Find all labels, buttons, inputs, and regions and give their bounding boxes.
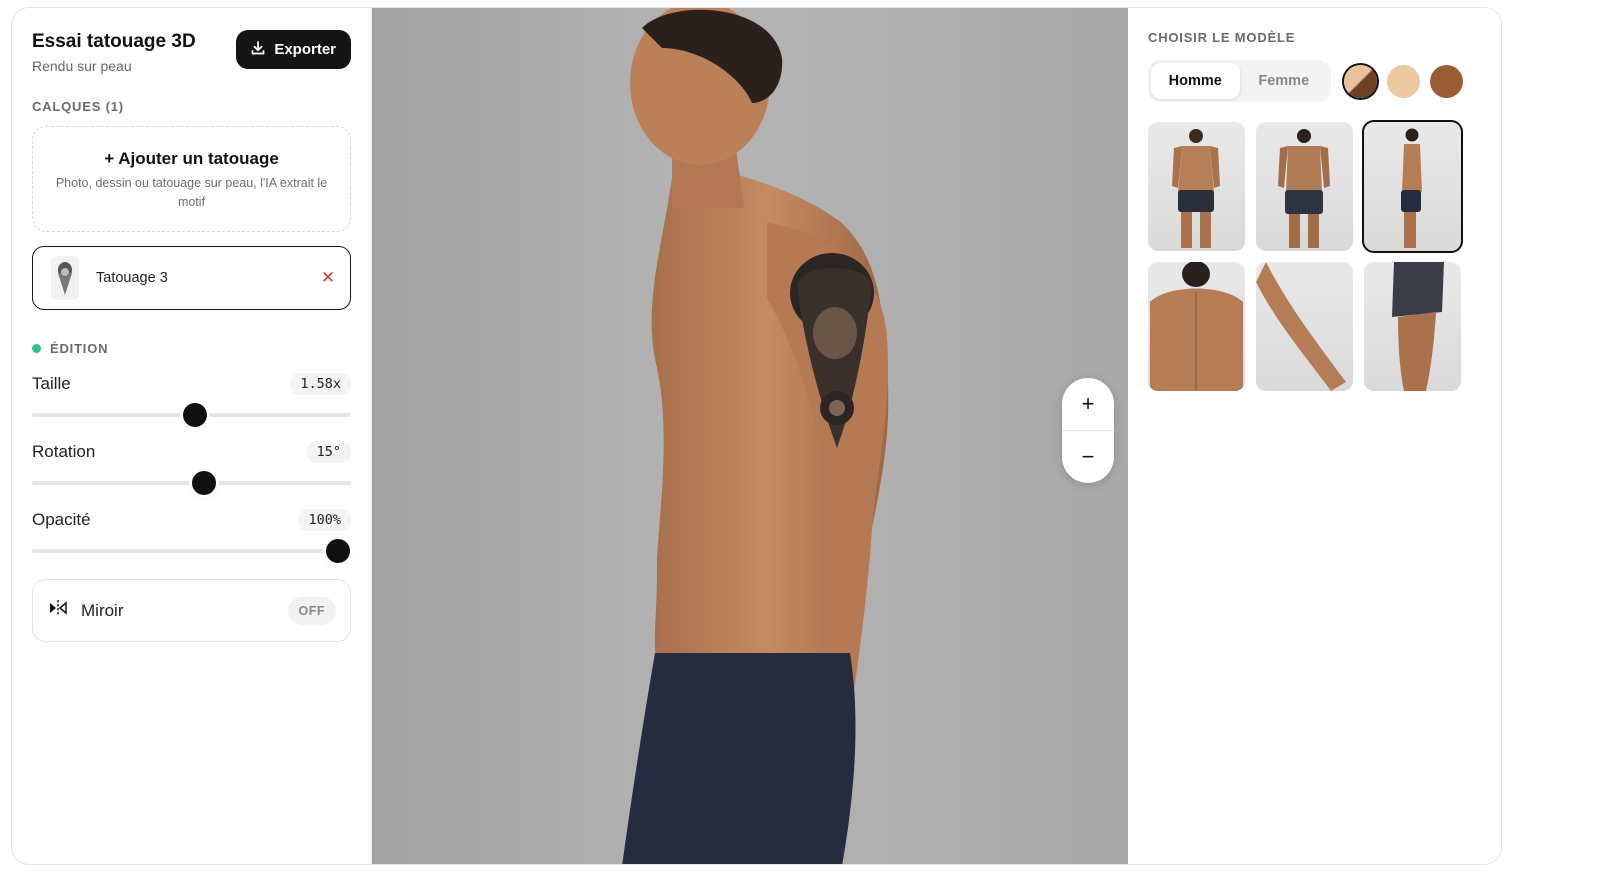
mirror-label: Miroir <box>81 600 124 620</box>
size-value: 1.58x <box>290 373 351 395</box>
skin-tone-swatch[interactable] <box>1430 64 1463 98</box>
panel-header: Essai tatouage 3D Rendu sur peau Exporte… <box>32 30 351 74</box>
layer-item[interactable]: Tatouage 3 ✕ <box>32 246 351 310</box>
opacity-label: Opacité <box>32 510 91 529</box>
model-thumbnail-grid <box>1148 120 1481 391</box>
mirror-state-toggle[interactable]: OFF <box>287 596 336 625</box>
status-dot <box>32 344 41 353</box>
layer-name: Tatouage 3 <box>96 270 168 286</box>
rotation-label: Rotation <box>32 442 96 461</box>
add-tattoo-title: + Ajouter un tatouage <box>104 149 279 168</box>
page-title: Essai tatouage 3D <box>32 31 196 52</box>
edition-heading: ÉDITION <box>32 341 351 356</box>
opacity-slider-thumb[interactable] <box>326 539 351 563</box>
gender-homme[interactable]: Homme <box>1151 63 1240 99</box>
rotation-slider-thumb[interactable] <box>192 471 217 495</box>
mirror-toggle-row[interactable]: Miroir OFF <box>32 579 351 642</box>
model-thumbnail-upper-back[interactable] <box>1148 262 1245 391</box>
size-label: Taille <box>32 374 71 393</box>
skin-tone-swatches <box>1344 64 1463 98</box>
edition-label: ÉDITION <box>50 341 109 356</box>
model-thumbnail-forearm[interactable] <box>1256 262 1353 391</box>
app-window: Essai tatouage 3D Rendu sur peau Exporte… <box>11 7 1502 865</box>
model-thumbnail-back[interactable] <box>1256 122 1353 251</box>
skin-tone-swatch[interactable] <box>1387 64 1420 98</box>
download-icon <box>250 40 266 60</box>
remove-layer-icon[interactable]: ✕ <box>318 268 338 288</box>
gender-segmented-control: Homme Femme <box>1148 60 1331 102</box>
gender-femme[interactable]: Femme <box>1240 63 1329 99</box>
model-preview-image <box>622 8 889 864</box>
page-subtitle: Rendu sur peau <box>32 58 132 74</box>
zoom-out-button[interactable]: − <box>1062 431 1114 483</box>
right-panel: CHOISIR LE MODÈLE Homme Femme <box>1128 8 1501 864</box>
tattoo-thumbnail <box>51 256 79 300</box>
opacity-slider[interactable] <box>32 531 351 571</box>
rotation-slider[interactable] <box>32 463 351 503</box>
export-button[interactable]: Exporter <box>236 30 351 69</box>
model-thumbnail-front[interactable] <box>1148 122 1245 251</box>
zoom-controls: + − <box>1062 378 1114 483</box>
model-heading: CHOISIR LE MODÈLE <box>1148 30 1296 45</box>
size-slider[interactable] <box>32 395 351 435</box>
size-slider-thumb[interactable] <box>182 403 207 427</box>
add-tattoo-description: Photo, dessin ou tatouage sur peau, l'IA… <box>55 176 328 209</box>
export-label: Exporter <box>274 41 336 58</box>
model-selector-row: Homme Femme <box>1148 60 1481 102</box>
rotation-control: Rotation 15° <box>32 441 351 503</box>
size-control: Taille 1.58x <box>32 373 351 435</box>
opacity-control: Opacité 100% <box>32 509 351 571</box>
rotation-value: 15° <box>306 441 351 463</box>
layers-heading: CALQUES (1) <box>32 99 124 114</box>
opacity-value: 100% <box>298 509 351 531</box>
model-thumbnail-leg-side[interactable] <box>1364 262 1461 391</box>
left-panel: Essai tatouage 3D Rendu sur peau Exporte… <box>12 8 372 864</box>
skin-tone-swatch[interactable] <box>1344 64 1377 98</box>
zoom-in-button[interactable]: + <box>1062 378 1114 430</box>
add-tattoo-dropzone[interactable]: + Ajouter un tatouage Photo, dessin ou t… <box>32 126 351 232</box>
preview-canvas[interactable]: + − <box>372 8 1128 864</box>
mirror-icon <box>49 599 67 622</box>
model-thumbnail-side[interactable] <box>1362 120 1463 253</box>
